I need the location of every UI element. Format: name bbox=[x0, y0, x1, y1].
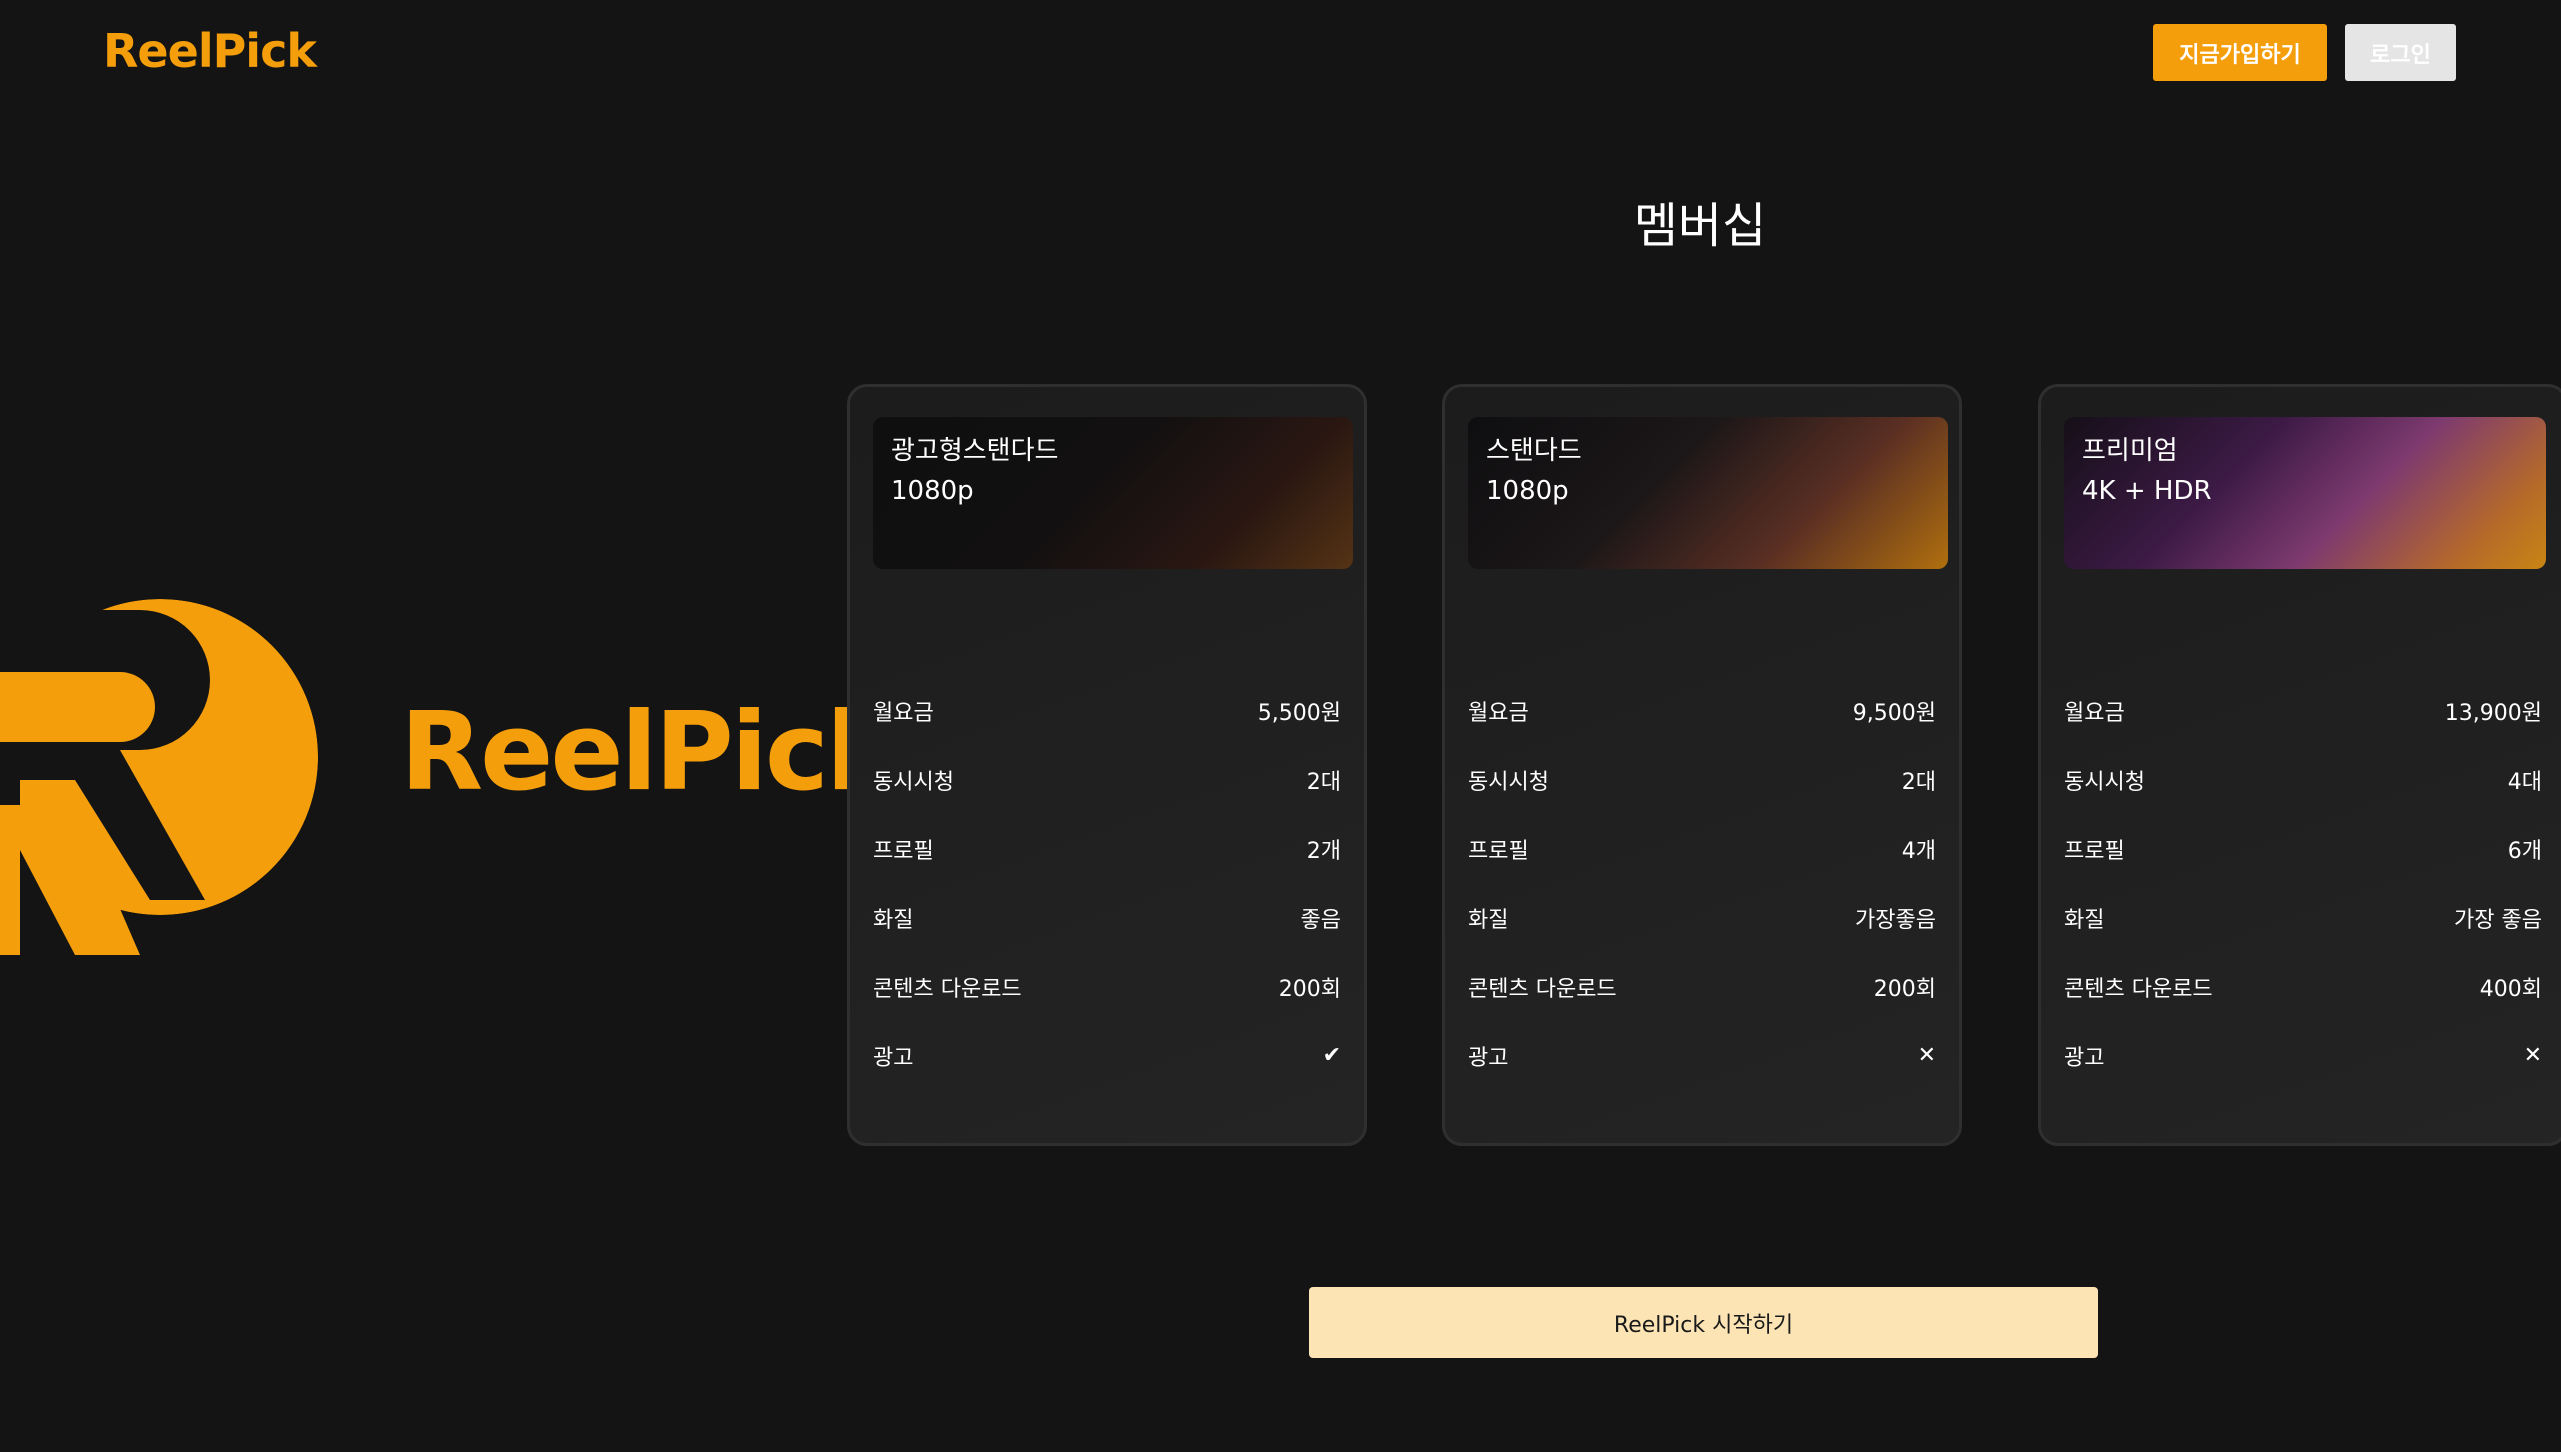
feature-row-quality: 화질 가장좋음 bbox=[1468, 883, 1936, 952]
feature-row-downloads: 콘텐츠 다운로드 200회 bbox=[1468, 952, 1936, 1021]
feature-value: 2대 bbox=[1901, 769, 1936, 795]
feature-label: 광고 bbox=[2064, 1045, 2105, 1071]
feature-value: 4대 bbox=[2507, 769, 2542, 795]
feature-row-quality: 화질 좋음 bbox=[873, 883, 1341, 952]
feature-value: 좋음 bbox=[1300, 907, 1341, 933]
feature-value: 6개 bbox=[2507, 838, 2542, 864]
feature-row-streams: 동시시청 4대 bbox=[2064, 745, 2542, 814]
feature-label: 광고 bbox=[1468, 1045, 1509, 1071]
login-button[interactable]: 로그인 bbox=[2345, 24, 2456, 81]
feature-value: 4개 bbox=[1901, 838, 1936, 864]
feature-row-downloads: 콘텐츠 다운로드 200회 bbox=[873, 952, 1341, 1021]
feature-row-price: 월요금 9,500원 bbox=[1468, 676, 1936, 745]
feature-row-profiles: 프로필 4개 bbox=[1468, 814, 1936, 883]
feature-row-downloads: 콘텐츠 다운로드 400회 bbox=[2064, 952, 2542, 1021]
start-reelpick-button[interactable]: ReelPick 시작하기 bbox=[1309, 1287, 2098, 1358]
plan-card-ad-standard[interactable]: 광고형스탠다드 1080p 월요금 5,500원 동시시청 2대 프로필 2개 화질 좋… bbox=[847, 384, 1367, 1146]
feature-value: 200회 bbox=[1873, 976, 1936, 1002]
close-icon: ✕ bbox=[1917, 1043, 1936, 1068]
signup-button[interactable]: 지금가입하기 bbox=[2153, 24, 2327, 81]
feature-label: 화질 bbox=[873, 907, 914, 933]
plan-card-premium[interactable]: 프리미엄 4K + HDR 월요금 13,900원 동시시청 4대 프로필 6개 화질… bbox=[2038, 384, 2561, 1146]
feature-label: 프로필 bbox=[2064, 838, 2125, 864]
plan-name: 프리미엄 bbox=[2082, 436, 2178, 466]
feature-label: 콘텐츠 다운로드 bbox=[2064, 976, 2213, 1002]
plan-resolution: 4K + HDR bbox=[2082, 476, 2212, 506]
feature-row-ads: 광고 ✕ bbox=[2064, 1021, 2542, 1090]
feature-row-profiles: 프로필 2개 bbox=[873, 814, 1341, 883]
feature-label: 프로필 bbox=[873, 838, 934, 864]
close-icon: ✕ bbox=[2523, 1043, 2542, 1068]
feature-row-streams: 동시시청 2대 bbox=[1468, 745, 1936, 814]
plan-feature-list: 월요금 13,900원 동시시청 4대 프로필 6개 화질 가장 좋음 콘텐츠 다운로드… bbox=[2064, 676, 2542, 1090]
feature-row-price: 월요금 13,900원 bbox=[2064, 676, 2542, 745]
feature-label: 월요금 bbox=[873, 700, 934, 726]
feature-value: 가장 좋음 bbox=[2454, 907, 2542, 933]
feature-row-price: 월요금 5,500원 bbox=[873, 676, 1341, 745]
feature-value: 9,500원 bbox=[1852, 700, 1936, 726]
feature-label: 화질 bbox=[1468, 907, 1509, 933]
feature-value: 가장좋음 bbox=[1855, 907, 1936, 933]
feature-label: 광고 bbox=[873, 1045, 914, 1071]
feature-row-streams: 동시시청 2대 bbox=[873, 745, 1341, 814]
plan-name: 스탠다드 bbox=[1486, 436, 1582, 466]
reelpick-r-logo-icon bbox=[0, 560, 330, 955]
feature-value: 200회 bbox=[1278, 976, 1341, 1002]
plan-name: 광고형스탠다드 bbox=[891, 436, 1059, 466]
plan-feature-list: 월요금 9,500원 동시시청 2대 프로필 4개 화질 가장좋음 콘텐츠 다운로드 20… bbox=[1468, 676, 1936, 1090]
feature-value: 5,500원 bbox=[1257, 700, 1341, 726]
plan-resolution: 1080p bbox=[891, 476, 974, 506]
feature-label: 동시시청 bbox=[1468, 769, 1549, 795]
feature-label: 월요금 bbox=[2064, 700, 2125, 726]
feature-label: 동시시청 bbox=[873, 769, 954, 795]
page-title: 멤버십 bbox=[1633, 198, 1767, 254]
feature-row-quality: 화질 가장 좋음 bbox=[2064, 883, 2542, 952]
feature-label: 동시시청 bbox=[2064, 769, 2145, 795]
feature-value: 13,900원 bbox=[2444, 700, 2542, 726]
feature-label: 화질 bbox=[2064, 907, 2105, 933]
plan-banner: 프리미엄 4K + HDR bbox=[2064, 417, 2546, 569]
site-logo[interactable]: ReelPick bbox=[103, 24, 317, 78]
feature-value: 2대 bbox=[1306, 769, 1341, 795]
feature-row-profiles: 프로필 6개 bbox=[2064, 814, 2542, 883]
hero-brand-wordmark: ReelPick bbox=[400, 690, 898, 815]
feature-row-ads: 광고 ✕ bbox=[1468, 1021, 1936, 1090]
feature-label: 프로필 bbox=[1468, 838, 1529, 864]
plan-banner: 광고형스탠다드 1080p bbox=[873, 417, 1353, 569]
feature-value: 400회 bbox=[2479, 976, 2542, 1002]
plan-feature-list: 월요금 5,500원 동시시청 2대 프로필 2개 화질 좋음 콘텐츠 다운로드 200회… bbox=[873, 676, 1341, 1090]
feature-label: 콘텐츠 다운로드 bbox=[1468, 976, 1617, 1002]
feature-label: 월요금 bbox=[1468, 700, 1529, 726]
plan-banner: 스탠다드 1080p bbox=[1468, 417, 1948, 569]
plan-resolution: 1080p bbox=[1486, 476, 1569, 506]
feature-label: 콘텐츠 다운로드 bbox=[873, 976, 1022, 1002]
check-icon: ✔ bbox=[1322, 1043, 1341, 1068]
feature-row-ads: 광고 ✔ bbox=[873, 1021, 1341, 1090]
plan-card-standard[interactable]: 스탠다드 1080p 월요금 9,500원 동시시청 2대 프로필 4개 화질 가장좋음… bbox=[1442, 384, 1962, 1146]
feature-value: 2개 bbox=[1306, 838, 1341, 864]
